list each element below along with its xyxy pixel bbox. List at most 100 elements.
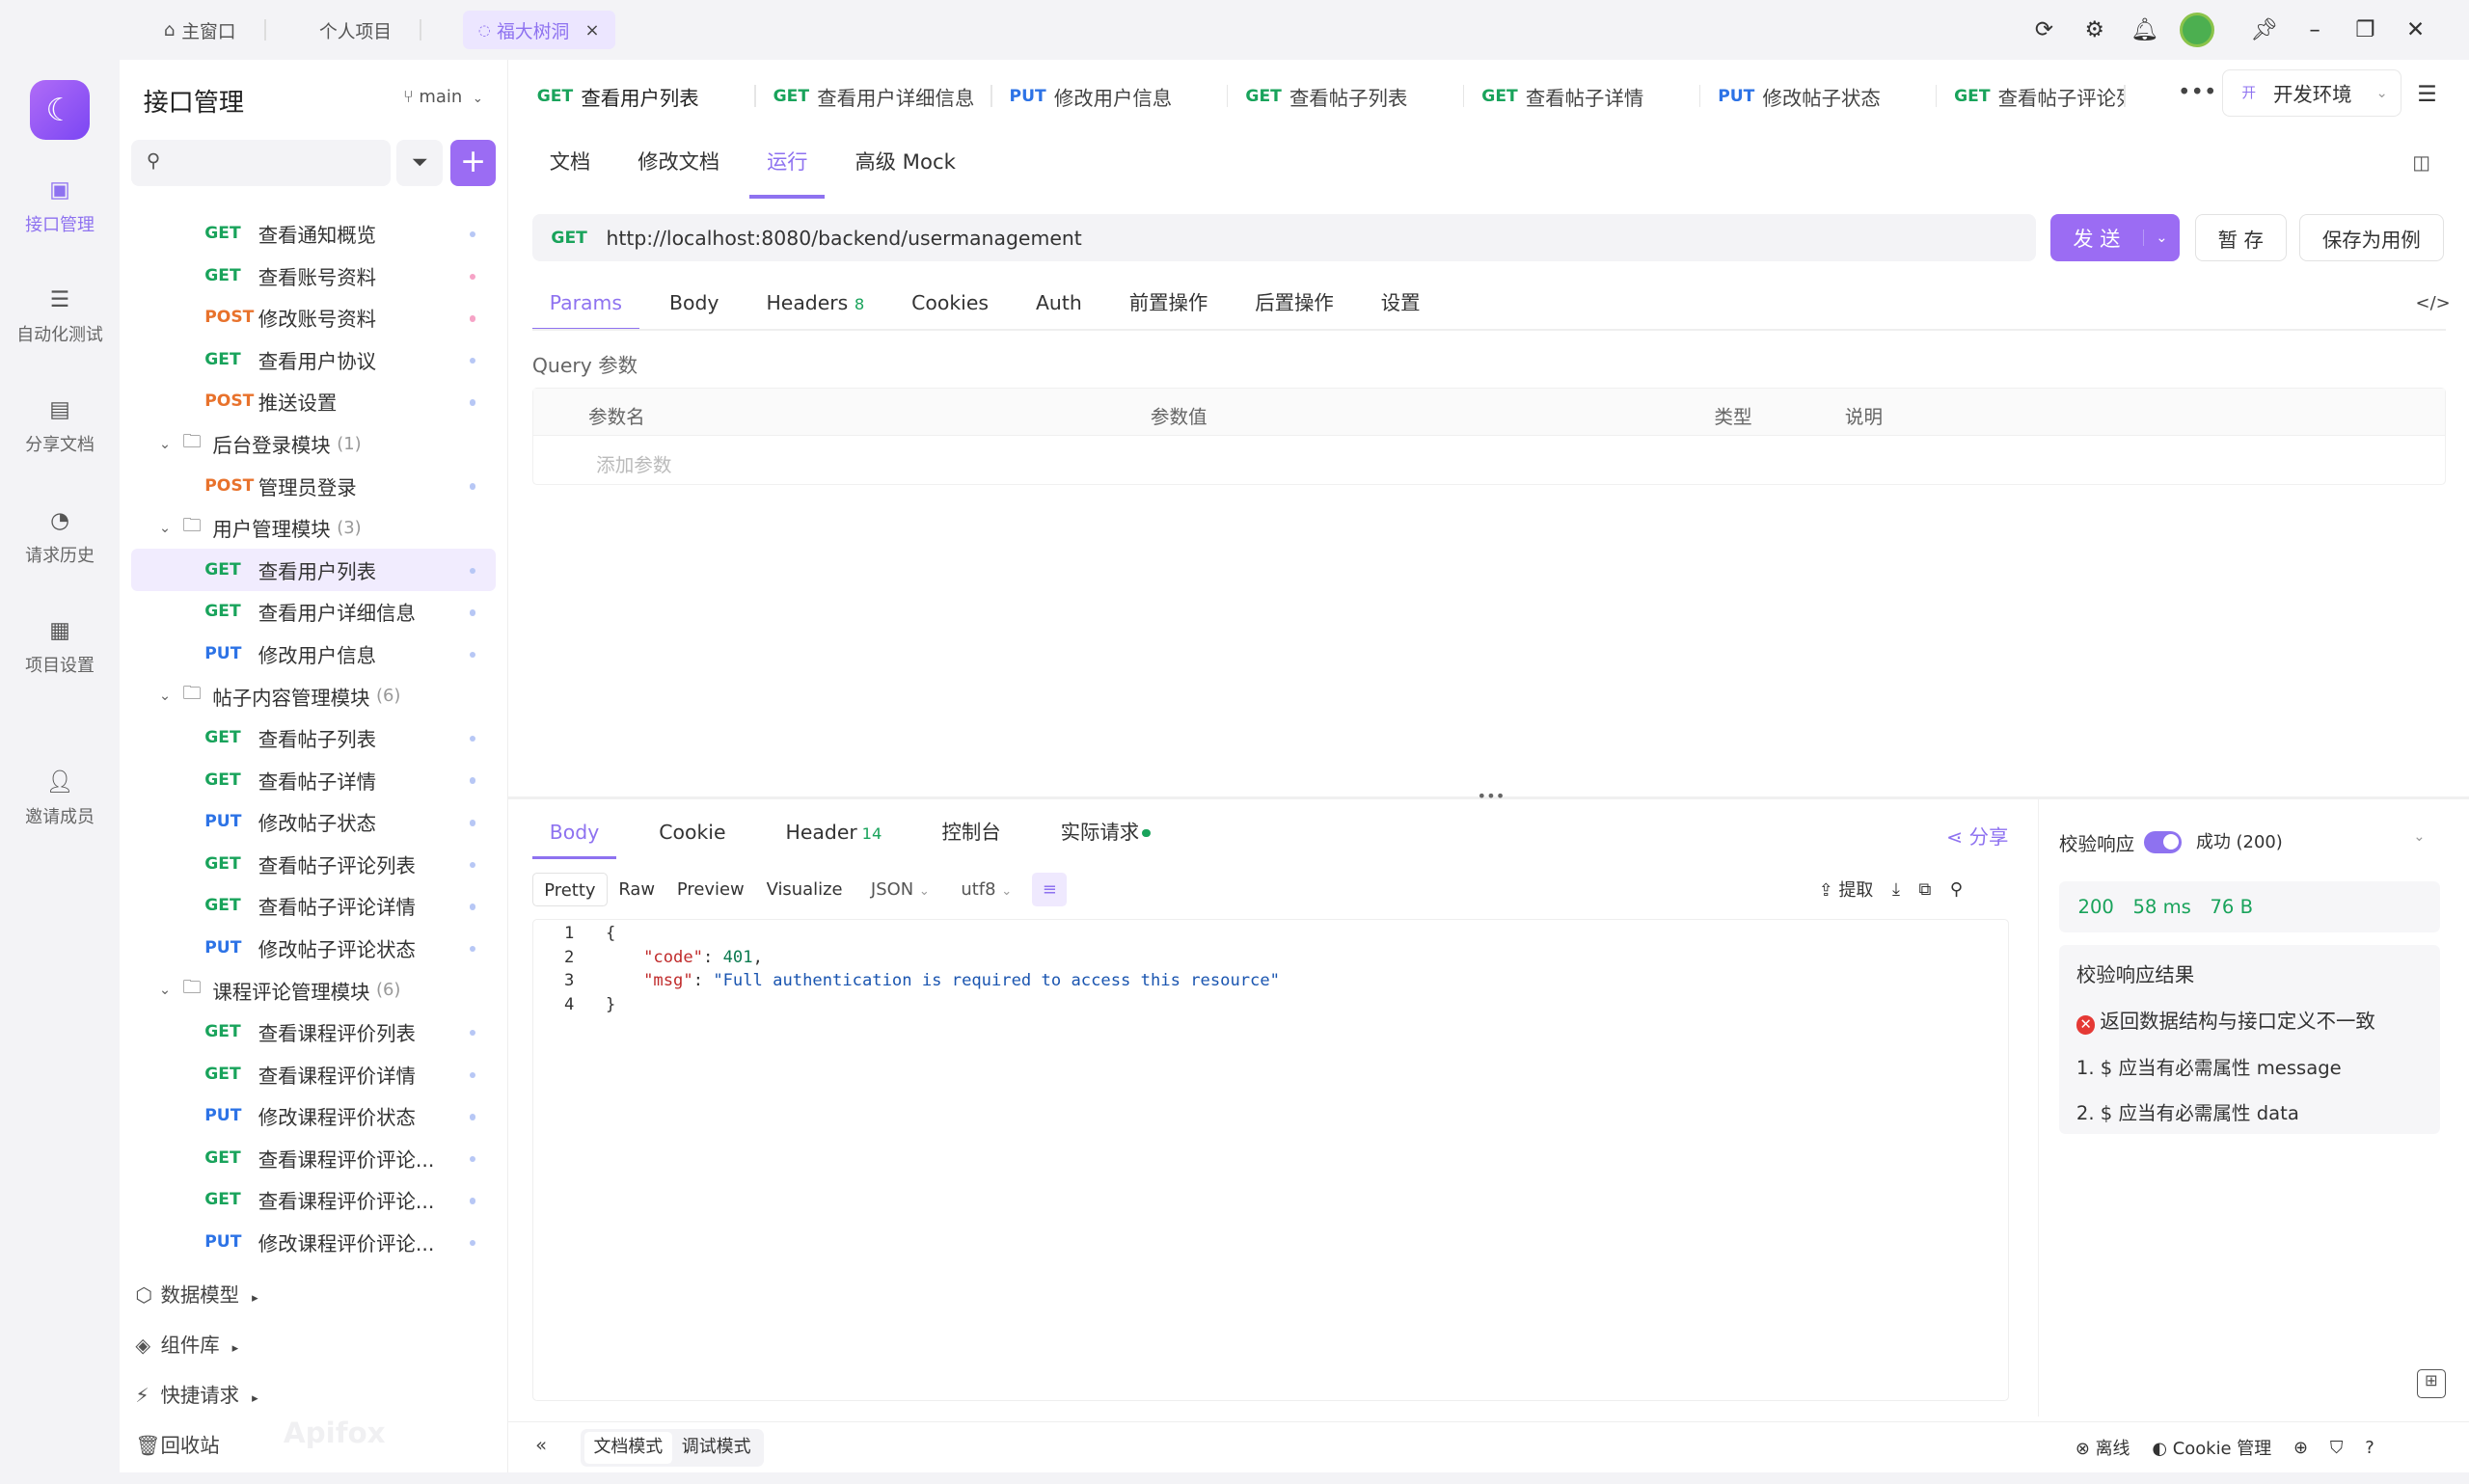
sidebar-search-input[interactable]: ⚲	[130, 140, 391, 186]
help-icon[interactable]: ?	[2365, 1438, 2374, 1458]
nav-project-settings[interactable]: ▦ 项目设置	[0, 617, 120, 677]
collapse-sidebar-icon[interactable]: «	[535, 1434, 547, 1456]
tree-api-item[interactable]: PUT 修改用户信息	[131, 633, 497, 675]
extract-button[interactable]: ⇪ 提取	[1819, 877, 1874, 902]
tab-advanced-mock[interactable]: 高级 Mock	[855, 135, 956, 198]
more-tabs-icon[interactable]: •••	[2178, 80, 2216, 105]
request-tab[interactable]: 前置操作	[1112, 277, 1225, 331]
nav-request-history[interactable]: ◔ 请求历史	[0, 507, 120, 567]
tree-api-item[interactable]: PUT 修改帖子评论状态	[131, 927, 497, 969]
sidebar-quick-request[interactable]: ⚡︎ 快捷请求 ▸	[135, 1379, 258, 1408]
settings-icon[interactable]: ⚙	[2078, 14, 2110, 46]
editor-tab[interactable]: GET 查看帖子详情	[1464, 69, 1701, 123]
nav-automation-test[interactable]: ☰ 自动化测试	[0, 286, 120, 346]
response-tab[interactable]: 控制台	[925, 809, 1018, 856]
encoding-select[interactable]: utf8 ⌄	[950, 873, 1023, 907]
environment-selector[interactable]: 开 开发环境 ⌄	[2221, 68, 2401, 117]
tree-api-item[interactable]: GET 查看帖子详情	[131, 759, 497, 801]
sidebar-data-models[interactable]: ⬡ 数据模型 ▸	[135, 1279, 258, 1308]
tree-folder[interactable]: ⌄ 🗀︎ 用户管理模块 (3)	[131, 506, 497, 549]
code-icon[interactable]: </>	[2416, 293, 2451, 313]
wrap-lines-icon[interactable]: ≡	[1032, 872, 1068, 907]
format-type-select[interactable]: JSON ⌄	[859, 873, 940, 907]
preview-button[interactable]: Preview	[665, 873, 755, 907]
request-tab[interactable]: 设置	[1364, 277, 1438, 331]
offline-button[interactable]: ⊗ 离线	[2076, 1435, 2130, 1460]
tree-api-item[interactable]: GET 查看课程评价列表	[131, 1011, 497, 1053]
tree-api-item[interactable]: GET 查看用户详细信息	[131, 591, 497, 634]
shirt-icon[interactable]: ⛉	[2330, 1438, 2343, 1458]
window-tab-project[interactable]: ◌ 福大树洞 ×	[462, 11, 615, 49]
tab-docs[interactable]: 文档	[550, 135, 590, 198]
share-button[interactable]: ⋖ 分享	[1946, 821, 2008, 850]
tree-api-item[interactable]: GET 查看账号资料	[131, 255, 497, 297]
tree-api-item[interactable]: GET 查看用户协议	[131, 338, 497, 381]
editor-tab[interactable]: GET 查看用户详细信息	[756, 69, 992, 123]
url-input[interactable]: GET http://localhost:8080/backend/userma…	[531, 214, 2037, 262]
response-body-viewer[interactable]: 1{2 "code": 401, 3 "msg": "Full authenticat…	[531, 919, 2010, 1402]
pretty-button[interactable]: Pretty	[531, 872, 608, 907]
tree-api-item[interactable]: GET 查看帖子评论列表	[131, 843, 497, 885]
request-tab[interactable]: Params	[531, 277, 640, 331]
save-draft-button[interactable]: 暂 存	[2194, 214, 2287, 262]
download-icon[interactable]: ⤓	[1892, 879, 1900, 900]
branch-selector[interactable]: ⑂ main ⌄	[403, 87, 483, 107]
request-tab[interactable]: Body	[652, 277, 736, 331]
bell-icon[interactable]: 🔔︎	[2130, 14, 2161, 46]
tree-folder[interactable]: ⌄ 🗀︎ 课程评论管理模块 (6)	[131, 969, 497, 1012]
chevron-down-icon[interactable]: ⌄	[2413, 828, 2425, 845]
request-tab[interactable]: Auth	[1018, 277, 1099, 331]
side-panel-icon[interactable]: ◫	[2412, 151, 2430, 174]
add-param-input[interactable]: 添加参数	[596, 449, 671, 477]
editor-tab[interactable]: GET 查看帖子列表	[1228, 69, 1465, 123]
response-tab[interactable]: Body	[531, 809, 616, 860]
close-icon[interactable]: ✕	[2400, 14, 2431, 46]
nav-share-docs[interactable]: ▤ 分享文档	[0, 396, 120, 456]
chevron-down-icon[interactable]: ⌄	[159, 982, 178, 998]
add-button[interactable]: +	[449, 140, 497, 186]
minimize-icon[interactable]: –	[2299, 14, 2331, 46]
search-icon[interactable]: ⚲	[1950, 879, 1963, 900]
response-tab[interactable]: Cookie	[641, 809, 743, 856]
request-tab[interactable]: 后置操作	[1237, 277, 1350, 331]
tree-api-item[interactable]: PUT 修改课程评价状态	[131, 1095, 497, 1138]
tree-api-item[interactable]: GET 查看用户列表	[130, 549, 497, 591]
tab-run[interactable]: 运行	[749, 135, 826, 199]
tree-api-item[interactable]: PUT 修改帖子状态	[131, 800, 497, 843]
save-as-case-button[interactable]: 保存为用例	[2298, 214, 2444, 262]
tree-api-item[interactable]: GET 查看课程评价详情	[131, 1053, 497, 1095]
tree-api-item[interactable]: POST 修改账号资料	[131, 297, 497, 339]
editor-tab[interactable]: GET 查看帖子评论列	[1937, 69, 2127, 123]
copy-icon[interactable]: ⧉	[1918, 879, 1931, 900]
tree-folder[interactable]: ⌄ 🗀︎ 帖子内容管理模块 (6)	[131, 675, 497, 717]
window-tab-home[interactable]: ⌂ 主窗口	[148, 11, 281, 48]
upload-icon[interactable]: ⊕	[2293, 1438, 2308, 1458]
nav-api-management[interactable]: ▣ 接口管理	[0, 176, 120, 236]
sidebar-components[interactable]: ◈ 组件库 ▸	[135, 1329, 238, 1358]
editor-tab[interactable]: PUT 修改用户信息	[992, 69, 1229, 123]
tree-folder[interactable]: ⌄ 🗀︎ 后台登录模块 (1)	[131, 422, 497, 465]
tree-api-item[interactable]: GET 查看课程评价评论...	[131, 1137, 497, 1179]
sidebar-recycle-bin[interactable]: 🗑︎回收站	[135, 1429, 219, 1458]
tree-api-item[interactable]: GET 查看通知概览	[131, 212, 497, 255]
tree-api-item[interactable]: POST 推送设置	[131, 381, 497, 423]
method-selector[interactable]: GET	[551, 229, 586, 248]
layout-icon[interactable]: ⊞	[2417, 1369, 2446, 1398]
validate-toggle[interactable]	[2144, 830, 2183, 853]
request-tab[interactable]: Cookies	[894, 277, 1006, 331]
chevron-down-icon[interactable]: ⌄	[159, 520, 178, 536]
nav-invite-members[interactable]: 👤︎ 邀请成员	[0, 769, 120, 828]
send-button[interactable]: 发 送 ⌄	[2049, 214, 2180, 262]
close-tab-icon[interactable]: ×	[585, 20, 600, 40]
raw-button[interactable]: Raw	[608, 873, 666, 907]
tree-api-item[interactable]: GET 查看帖子列表	[131, 716, 497, 759]
editor-tab[interactable]: PUT 修改帖子状态	[1700, 69, 1938, 123]
chevron-down-icon[interactable]: ⌄	[159, 688, 178, 704]
editor-tab[interactable]: GET 查看用户列表	[519, 69, 756, 123]
filter-button[interactable]: ⏷	[396, 140, 443, 186]
tab-edit-docs[interactable]: 修改文档	[638, 135, 719, 198]
tree-api-item[interactable]: GET 查看帖子评论详情	[131, 885, 497, 928]
cookie-manager-button[interactable]: ◐ Cookie 管理	[2152, 1435, 2271, 1460]
restore-icon[interactable]: ❐	[2349, 14, 2381, 46]
window-tab-personal[interactable]: 个人项目	[304, 11, 438, 48]
